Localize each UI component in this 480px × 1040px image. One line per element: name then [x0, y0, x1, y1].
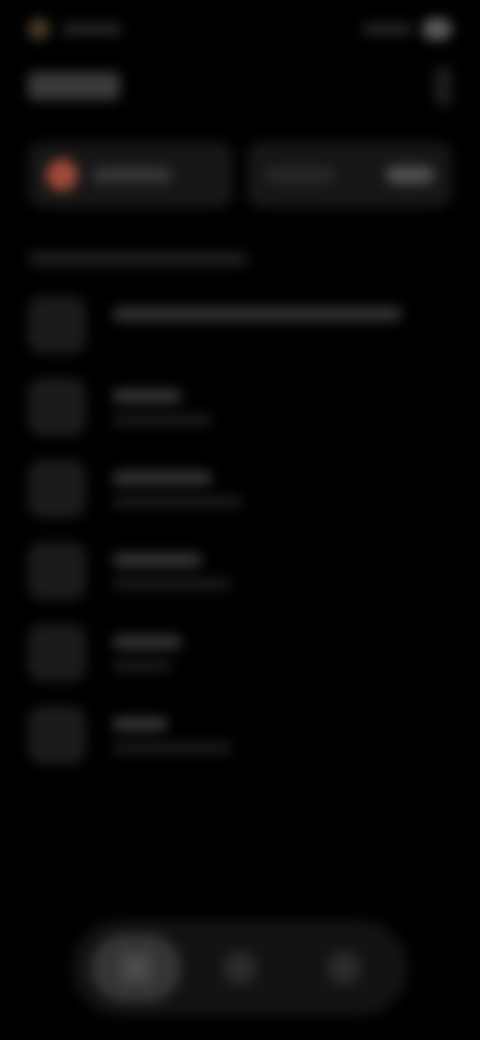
list-item-text — [112, 307, 402, 343]
list-item[interactable] — [28, 694, 452, 776]
list-item-text — [112, 635, 182, 671]
item-icon — [28, 706, 86, 764]
list-item-text — [112, 717, 232, 753]
status-right — [362, 18, 452, 40]
header — [28, 64, 452, 108]
record-card-label — [92, 168, 172, 182]
list-item-text — [112, 553, 232, 589]
record-icon — [46, 159, 78, 191]
status-bar — [28, 14, 452, 44]
list-item[interactable] — [28, 530, 452, 612]
list-item-title — [112, 553, 202, 567]
more-icon[interactable] — [434, 66, 452, 106]
item-icon — [28, 296, 86, 354]
list-item-subtitle — [112, 661, 172, 671]
item-icon — [28, 542, 86, 600]
list-item-title — [112, 307, 402, 321]
list-item-title — [112, 471, 212, 485]
toggle-card[interactable] — [247, 142, 452, 208]
bottom-nav — [72, 920, 408, 1016]
status-indicator-icon — [28, 18, 50, 40]
profile-icon — [329, 953, 359, 983]
record-card[interactable] — [28, 142, 233, 208]
list-item-subtitle — [112, 743, 232, 753]
section-heading — [28, 252, 248, 266]
battery-icon — [422, 18, 452, 40]
list-item-subtitle — [112, 415, 212, 425]
status-left — [28, 18, 122, 40]
list-item[interactable] — [28, 448, 452, 530]
item-list — [28, 284, 452, 776]
item-icon — [28, 378, 86, 436]
toggle-icon[interactable] — [386, 166, 434, 184]
list-item-title — [112, 389, 182, 403]
list-item-subtitle — [112, 497, 242, 507]
app-screen — [0, 0, 480, 1040]
list-item[interactable] — [28, 284, 452, 366]
list-item-text — [112, 471, 242, 507]
status-placeholder — [62, 23, 122, 35]
nav-profile[interactable] — [299, 934, 389, 1002]
status-signal-placeholder — [362, 24, 412, 34]
list-item-text — [112, 389, 212, 425]
list-item-subtitle — [112, 579, 232, 589]
page-title — [28, 72, 120, 100]
nav-search[interactable] — [195, 934, 285, 1002]
nav-home[interactable] — [91, 934, 181, 1002]
list-item[interactable] — [28, 366, 452, 448]
search-icon — [225, 953, 255, 983]
item-icon — [28, 460, 86, 518]
item-icon — [28, 624, 86, 682]
quick-actions — [28, 142, 452, 208]
list-item-title — [112, 635, 182, 649]
home-icon — [121, 953, 151, 983]
list-item[interactable] — [28, 612, 452, 694]
list-item-title — [112, 717, 168, 731]
toggle-card-label — [265, 168, 335, 182]
